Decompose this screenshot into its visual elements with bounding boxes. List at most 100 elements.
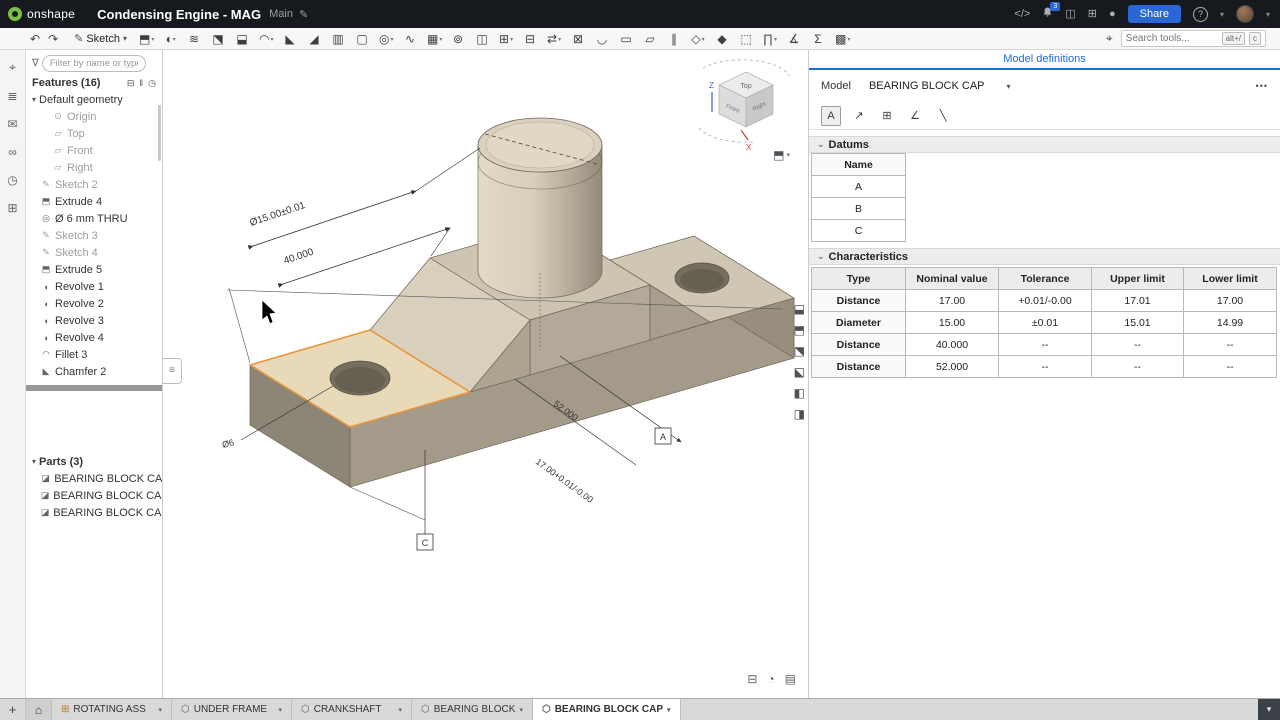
boolean-icon[interactable]: ⊞ (499, 33, 513, 45)
part-bearing-block-cap-2[interactable]: ◪ BEARING BLOCK CAP ... (26, 487, 162, 504)
datum-row-c[interactable]: C (812, 220, 906, 242)
feature-hole-6mm-thru[interactable]: ◎ Ø 6 mm THRU (26, 210, 162, 227)
feature-fillet-3[interactable]: ◠ Fillet 3 (26, 346, 162, 363)
sheet-metal-icon[interactable]: ∏ (763, 33, 777, 45)
characteristic-row[interactable]: Distance 40.000 -- -- -- (812, 334, 1277, 356)
fillet-icon[interactable]: ◠ (259, 33, 273, 45)
chamfer-icon[interactable]: ◣ (283, 33, 297, 45)
feature-chamfer-2[interactable]: ◣ Chamfer 2 (26, 363, 162, 380)
display-settings-icon[interactable]: ▤ (785, 672, 796, 686)
revolve-icon[interactable]: ◖ (163, 33, 177, 45)
update-history-icon[interactable]: ◷ (148, 78, 156, 89)
model-canvas[interactable]: Ø15.00±0.01 40.000 52.000 17.00+0.01/-0.… (163, 50, 808, 698)
delete-part-icon[interactable]: ⊠ (571, 33, 585, 45)
transform-icon[interactable]: ⇄ (547, 33, 561, 45)
feature-default-geometry[interactable]: ▾ Default geometry (26, 91, 162, 108)
feature-revolve-4[interactable]: ◖ Revolve 4 (26, 329, 162, 346)
split-icon[interactable]: ⊟ (523, 33, 537, 45)
feature-revolve-3[interactable]: ◖ Revolve 3 (26, 312, 162, 329)
thicken-icon[interactable]: ⬓ (235, 33, 249, 45)
cell-nominal[interactable]: 52.000 (906, 356, 999, 378)
circular-pattern-icon[interactable]: ⊚ (451, 33, 465, 45)
feature-list-icon[interactable]: ≣ (7, 89, 17, 103)
linked-documents-icon[interactable]: ∞ (8, 145, 17, 159)
add-characteristic-icon[interactable]: ⊞ (877, 106, 897, 126)
characteristic-row[interactable]: Diameter 15.00 ±0.01 15.01 14.99 (812, 312, 1277, 334)
cell-upper[interactable]: -- (1092, 334, 1184, 356)
part-bearing-block-cap-1[interactable]: ◪ BEARING BLOCK CAP (26, 470, 162, 487)
history-icon[interactable]: ◷ (7, 173, 17, 187)
chevron-down-icon[interactable]: ▾ (1007, 82, 1011, 91)
tab-under-frame[interactable]: ⬡ UNDER FRAME ▾ (172, 699, 292, 720)
teams-icon[interactable]: ◫ (1065, 9, 1075, 20)
display-style-button[interactable]: ⬒ (773, 148, 790, 162)
rib-icon[interactable]: ▥ (331, 33, 345, 45)
cloud-status-icon[interactable]: ◔ (767, 672, 774, 686)
notifications-icon[interactable]: 3 (1042, 7, 1053, 21)
feature-extrude-4[interactable]: ⬒ Extrude 4 (26, 193, 162, 210)
user-avatar[interactable] (1236, 5, 1254, 23)
modify-fillet-icon[interactable]: ◡ (595, 33, 609, 45)
cell-lower[interactable]: -- (1184, 356, 1277, 378)
shaded-view-icon[interactable]: ⬕ (794, 365, 805, 379)
cell-lower[interactable]: 14.99 (1184, 312, 1277, 334)
model-select[interactable]: BEARING BLOCK CAP (869, 80, 985, 92)
collapse-tab-bar-button[interactable]: ▾ (1258, 699, 1280, 720)
cell-tolerance[interactable]: ±0.01 (999, 312, 1092, 334)
cell-type[interactable]: Distance (812, 334, 906, 356)
perspective-icon[interactable]: ◧ (794, 386, 805, 400)
loft-icon[interactable]: ⬔ (211, 33, 225, 45)
help-button[interactable]: ? (1193, 7, 1208, 22)
replace-face-icon[interactable]: ▱ (643, 33, 657, 45)
move-face-icon[interactable]: ▭ (619, 33, 633, 45)
pause-updates-icon[interactable]: ‖ (139, 78, 143, 89)
feature-sketch-3[interactable]: ✎ Sketch 3 (26, 227, 162, 244)
cell-upper[interactable]: 15.01 (1092, 312, 1184, 334)
feature-revolve-1[interactable]: ◖ Revolve 1 (26, 278, 162, 295)
enclose-icon[interactable]: ⬚ (739, 33, 753, 45)
feature-plane-top[interactable]: ▱ Top (26, 125, 162, 142)
feature-origin[interactable]: ⊙ Origin (26, 108, 162, 125)
home-tab-button[interactable]: ⌂ (26, 699, 52, 720)
feature-plane-front[interactable]: ▱ Front (26, 142, 162, 159)
datum-row-a[interactable]: A (812, 176, 906, 198)
cell-nominal[interactable]: 15.00 (906, 312, 999, 334)
hidden-edges-icon[interactable]: ⬔ (794, 344, 805, 358)
cell-lower[interactable]: -- (1184, 334, 1277, 356)
feature-panel-flyout-handle[interactable]: ≡ (163, 358, 182, 384)
snapshot-icon[interactable]: ⊟ (747, 672, 757, 686)
chevron-down-icon[interactable]: ▾ (158, 706, 162, 714)
offset-surface-icon[interactable]: ∥ (667, 33, 681, 45)
rename-icon[interactable]: ✎ (299, 8, 308, 21)
app-store-icon[interactable]: ⊞ (1088, 9, 1097, 20)
community-icon[interactable]: ● (1109, 9, 1116, 20)
chevron-down-icon[interactable]: ▾ (1220, 10, 1224, 19)
fill-surface-icon[interactable]: ◆ (715, 33, 729, 45)
sweep-icon[interactable]: ≋ (187, 33, 201, 45)
measure-icon[interactable]: ∡ (787, 33, 801, 45)
tab-bearing-block[interactable]: ⬡ BEARING BLOCK ▾ (412, 699, 533, 720)
cell-upper[interactable]: 17.01 (1092, 290, 1184, 312)
feature-filter-input[interactable] (42, 55, 146, 72)
cell-upper[interactable]: -- (1092, 356, 1184, 378)
feature-extrude-5[interactable]: ⬒ Extrude 5 (26, 261, 162, 278)
feature-sketch-2[interactable]: ✎ Sketch 2 (26, 176, 162, 193)
cell-type[interactable]: Distance (812, 290, 906, 312)
tab-rotating-ass[interactable]: ⊞ ROTATING ASS ▾ (52, 699, 172, 720)
datums-section-header[interactable]: ⌄ Datums (809, 136, 1280, 153)
draft-icon[interactable]: ◢ (307, 33, 321, 45)
surface-finish-icon[interactable]: ╲ (933, 106, 953, 126)
tab-crankshaft[interactable]: ⬡ CRANKSHAFT ▾ (292, 699, 412, 720)
view-cube[interactable]: Top Front Right Z X (699, 60, 789, 152)
datum-row-b[interactable]: B (812, 198, 906, 220)
zoom-to-fit-icon[interactable]: ⌖ (1106, 31, 1113, 46)
feature-sketch-4[interactable]: ✎ Sketch 4 (26, 244, 162, 261)
feature-plane-right[interactable]: ▱ Right (26, 159, 162, 176)
mass-properties-icon[interactable]: Σ (811, 33, 825, 45)
characteristic-row[interactable]: Distance 17.00 +0.01/-0.00 17.01 17.00 (812, 290, 1277, 312)
undo-button[interactable]: ↶ (30, 32, 40, 46)
characteristic-row[interactable]: Distance 52.000 -- -- -- (812, 356, 1277, 378)
cell-type[interactable]: Diameter (812, 312, 906, 334)
search-tools-input[interactable] (1126, 33, 1218, 44)
chevron-down-icon[interactable]: ▾ (519, 706, 523, 714)
